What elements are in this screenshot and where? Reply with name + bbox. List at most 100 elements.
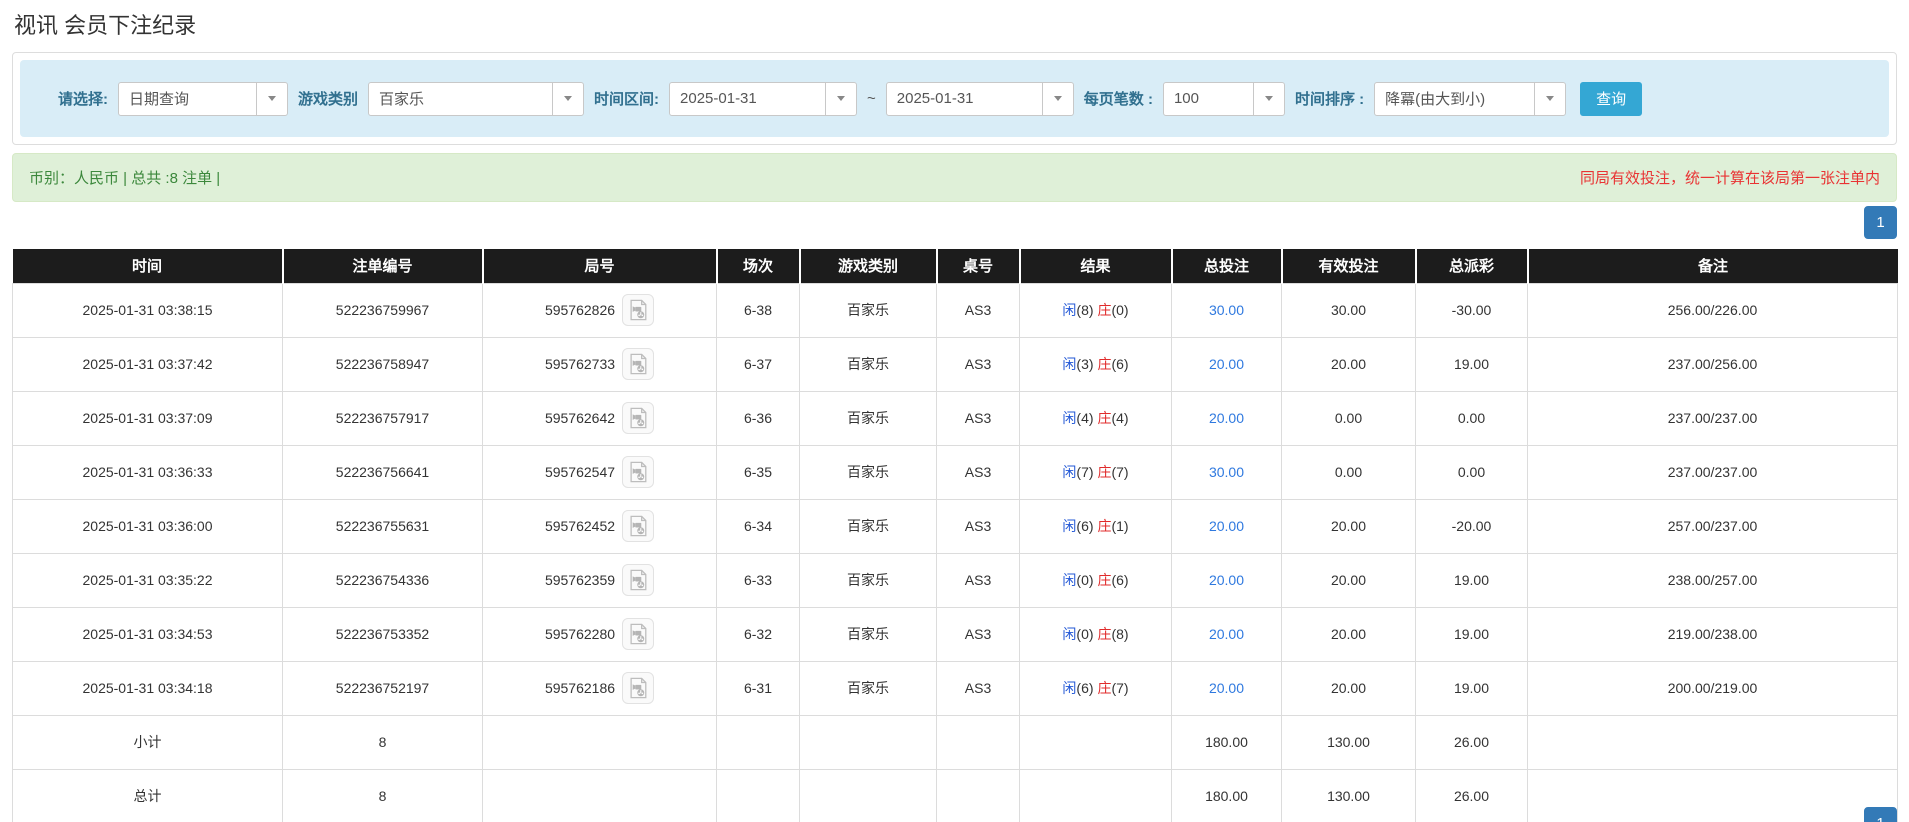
query-type-dropdown-button[interactable] xyxy=(256,82,287,115)
cell-bet-id: 522236753352 xyxy=(282,606,483,662)
table-row: 2025-01-31 03:37:42 522236758947 595762733… xyxy=(12,336,1898,392)
video-replay-button[interactable] xyxy=(622,456,655,488)
cell-valid-bet: 20.00 xyxy=(1281,498,1416,554)
total-bet-link[interactable]: 20.00 xyxy=(1209,626,1244,642)
cell-total-bet: 20.00 xyxy=(1171,498,1282,554)
pagination-page-1[interactable]: 1 xyxy=(1864,807,1897,822)
player-result-value: (6) xyxy=(1076,518,1094,534)
game-category-label: 游戏类别 xyxy=(298,91,359,108)
total-bet-link[interactable]: 20.00 xyxy=(1209,410,1244,426)
banker-result-label: 庄 xyxy=(1097,518,1112,534)
cell-payout: 0.00 xyxy=(1415,444,1528,500)
query-type-select[interactable]: 日期查询 xyxy=(118,81,288,116)
totals-empty-cell xyxy=(936,714,1020,770)
total-bet-link[interactable]: 20.00 xyxy=(1209,518,1244,534)
time-sort-dropdown-button[interactable] xyxy=(1534,82,1566,115)
cell-game-category: 百家乐 xyxy=(799,336,937,392)
cell-round: 595762280 xyxy=(482,606,717,662)
time-sort-value: 降冪(由大到小) xyxy=(1385,91,1486,108)
video-replay-button[interactable] xyxy=(622,564,655,596)
date-from-select[interactable]: 2025-01-31 xyxy=(669,81,858,116)
cell-round: 595762642 xyxy=(482,390,717,446)
chevron-down-icon xyxy=(1264,96,1273,101)
total-bet-link[interactable]: 20.00 xyxy=(1209,572,1244,588)
cell-session: 6-35 xyxy=(716,444,800,500)
game-category-select[interactable]: 百家乐 xyxy=(368,81,585,116)
cell-note: 200.00/219.00 xyxy=(1527,660,1898,716)
subtotal-row: 小计 8 180.00 130.00 26.00 xyxy=(12,714,1898,770)
cell-payout: 19.00 xyxy=(1415,552,1528,608)
banker-result-label: 庄 xyxy=(1097,464,1112,480)
total-row: 总计 8 180.00 130.00 26.00 xyxy=(12,768,1898,822)
search-button[interactable]: 查询 xyxy=(1580,81,1643,116)
video-replay-button[interactable] xyxy=(622,618,655,650)
video-icon xyxy=(630,677,647,699)
cell-valid-bet: 20.00 xyxy=(1281,336,1416,392)
date-from-dropdown-button[interactable] xyxy=(825,82,857,115)
table-row: 2025-01-31 03:35:22 522236754336 595762359… xyxy=(12,552,1898,608)
total-bet-link[interactable]: 20.00 xyxy=(1209,356,1244,372)
player-result-label: 闲 xyxy=(1062,410,1077,426)
video-replay-button[interactable] xyxy=(622,672,655,704)
round-number: 595762186 xyxy=(544,680,616,696)
cell-table-number: AS3 xyxy=(936,282,1020,338)
cell-bet-id: 522236759967 xyxy=(282,282,483,338)
totals-count: 8 xyxy=(282,768,483,822)
total-bet-link[interactable]: 30.00 xyxy=(1209,464,1244,480)
banker-result-label: 庄 xyxy=(1097,572,1112,588)
totals-empty-cell xyxy=(1019,768,1172,822)
pagination-bottom: 1 xyxy=(1864,807,1897,822)
cell-table-number: AS3 xyxy=(936,390,1020,446)
column-header: 结果 xyxy=(1019,249,1173,283)
page-size-select[interactable]: 100 xyxy=(1162,81,1285,116)
date-to-select[interactable]: 2025-01-31 xyxy=(885,81,1074,116)
pagination-page-1[interactable]: 1 xyxy=(1864,206,1897,239)
video-icon xyxy=(630,461,647,483)
cell-result: 闲(6) 庄(1) xyxy=(1019,498,1172,554)
cell-time: 2025-01-31 03:37:09 xyxy=(12,390,283,446)
cell-total-bet: 20.00 xyxy=(1171,552,1282,608)
banker-result-label: 庄 xyxy=(1097,356,1112,372)
date-to-value: 2025-01-31 xyxy=(896,90,974,107)
column-header: 备注 xyxy=(1527,249,1898,283)
player-result-value: (8) xyxy=(1076,302,1094,318)
page-size-dropdown-button[interactable] xyxy=(1252,82,1284,115)
date-range-label: 时间区间: xyxy=(594,91,660,108)
game-category-dropdown-button[interactable] xyxy=(552,82,584,115)
table-row: 2025-01-31 03:36:00 522236755631 595762452… xyxy=(12,498,1898,554)
round-number: 595762733 xyxy=(544,356,616,372)
totals-valid-bet: 130.00 xyxy=(1281,714,1416,770)
cell-table-number: AS3 xyxy=(936,606,1020,662)
totals-empty-cell xyxy=(482,768,717,822)
column-header: 局号 xyxy=(482,249,718,283)
cell-payout: -30.00 xyxy=(1415,282,1528,338)
cell-result: 闲(8) 庄(0) xyxy=(1019,282,1172,338)
total-bet-link[interactable]: 30.00 xyxy=(1209,302,1244,318)
video-replay-button[interactable] xyxy=(622,294,655,326)
cell-session: 6-33 xyxy=(716,552,800,608)
totals-empty-cell xyxy=(936,768,1020,822)
cell-table-number: AS3 xyxy=(936,336,1020,392)
totals-empty-cell xyxy=(716,768,800,822)
cell-result: 闲(6) 庄(7) xyxy=(1019,660,1172,716)
banker-result-value: (1) xyxy=(1111,518,1129,534)
banker-result-label: 庄 xyxy=(1097,302,1112,318)
table-row: 2025-01-31 03:34:18 522236752197 595762186… xyxy=(12,660,1898,716)
cell-time: 2025-01-31 03:34:18 xyxy=(12,660,283,716)
time-sort-select[interactable]: 降冪(由大到小) xyxy=(1374,81,1567,116)
total-bet-link[interactable]: 20.00 xyxy=(1209,680,1244,696)
video-replay-button[interactable] xyxy=(622,510,655,542)
cell-result: 闲(7) 庄(7) xyxy=(1019,444,1172,500)
date-to-dropdown-button[interactable] xyxy=(1041,82,1073,115)
banker-result-value: (8) xyxy=(1111,626,1129,642)
cell-valid-bet: 20.00 xyxy=(1281,606,1416,662)
cell-total-bet: 20.00 xyxy=(1171,660,1282,716)
player-result-value: (0) xyxy=(1076,626,1094,642)
video-replay-button[interactable] xyxy=(622,402,655,434)
cell-payout: 19.00 xyxy=(1415,660,1528,716)
cell-game-category: 百家乐 xyxy=(799,390,937,446)
player-result-label: 闲 xyxy=(1062,680,1077,696)
video-replay-button[interactable] xyxy=(622,348,655,380)
cell-total-bet: 30.00 xyxy=(1171,444,1282,500)
cell-bet-id: 522236756641 xyxy=(282,444,483,500)
